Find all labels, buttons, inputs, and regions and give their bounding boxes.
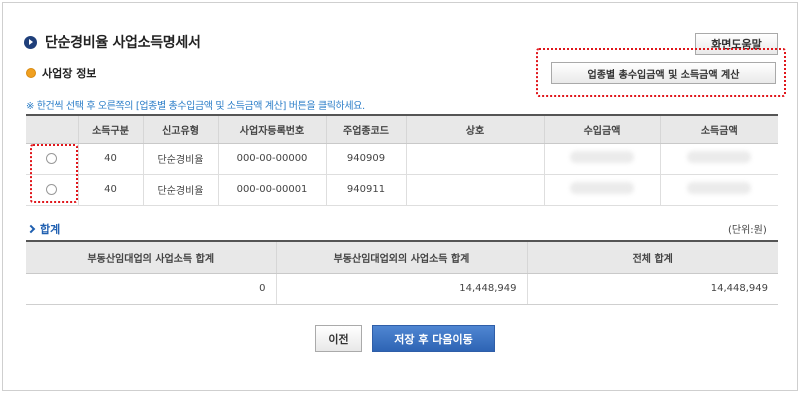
name-cell	[406, 143, 545, 175]
col-header-industry-code: 주업종코드	[326, 115, 407, 144]
name-cell	[406, 174, 545, 206]
reg-no-cell: 000-00-00000	[218, 143, 327, 175]
business-table: 소득구분 신고유형 사업자등록번호 주업종코드 상호 수입금액 소득금액 40 …	[26, 114, 778, 206]
summary-table: 부동산임대업의 사업소득 합계 부동산임대업외의 사업소득 합계 전체 합계 0…	[26, 240, 778, 305]
col-header-non-rental-total: 부동산임대업외의 사업소득 합계	[276, 241, 528, 274]
report-type-cell: 단순경비율	[143, 174, 219, 206]
income-type-cell: 40	[78, 143, 144, 175]
select-cell	[26, 174, 79, 206]
col-header-select	[26, 115, 79, 144]
prev-button[interactable]: 이전	[315, 325, 362, 352]
row-select-radio[interactable]	[46, 152, 58, 164]
grand-total-value: 14,448,949	[527, 273, 778, 305]
industry-code-cell: 940909	[326, 143, 407, 175]
summary-header: 합계	[26, 221, 60, 237]
title-arrow-icon	[24, 35, 37, 49]
rental-total-value: 0	[26, 273, 277, 305]
redacted-value	[687, 182, 752, 194]
row-select-radio[interactable]	[46, 183, 58, 195]
reg-no-cell: 000-00-00001	[218, 174, 327, 206]
table-row[interactable]: 40 단순경비율 000-00-00000 940909	[26, 143, 778, 175]
col-header-income-type: 소득구분	[78, 115, 144, 144]
income-type-cell: 40	[78, 174, 144, 206]
report-type-cell: 단순경비율	[143, 143, 219, 175]
revenue-cell	[544, 174, 661, 206]
summary-title: 합계	[40, 223, 61, 236]
redacted-value	[687, 151, 752, 163]
revenue-cell	[544, 143, 661, 175]
chevron-right-icon	[26, 224, 36, 234]
instruction-note: ※ 한건씩 선택 후 오른쪽의 [업종별 총수입금액 및 소득금액 계산] 버튼…	[26, 101, 365, 112]
summary-header-row: 부동산임대업의 사업소득 합계 부동산임대업외의 사업소득 합계 전체 합계	[26, 241, 778, 274]
section-bullet-icon	[26, 68, 36, 78]
col-header-revenue: 수입금액	[544, 115, 661, 144]
page-title: 단순경비율 사업소득명세서	[45, 35, 201, 51]
section-title: 사업장 정보	[42, 67, 97, 80]
income-cell	[660, 143, 778, 175]
col-header-rental-total: 부동산임대업의 사업소득 합계	[26, 241, 277, 274]
section-header: 사업장 정보	[26, 65, 96, 81]
industry-code-cell: 940911	[326, 174, 407, 206]
col-header-income: 소득금액	[660, 115, 778, 144]
save-next-button[interactable]: 저장 후 다음이동	[372, 325, 495, 352]
col-header-report-type: 신고유형	[143, 115, 219, 144]
non-rental-total-value: 14,448,949	[276, 273, 528, 305]
table-row[interactable]: 40 단순경비율 000-00-00001 940911	[26, 174, 778, 206]
redacted-value	[570, 151, 634, 163]
col-header-reg-no: 사업자등록번호	[218, 115, 327, 144]
page-header: 단순경비율 사업소득명세서	[24, 32, 201, 52]
col-header-name: 상호	[406, 115, 545, 144]
unit-label: (단위:원)	[728, 225, 767, 236]
redacted-value	[570, 182, 634, 194]
col-header-grand-total: 전체 합계	[527, 241, 778, 274]
select-cell	[26, 143, 79, 175]
table-header-row: 소득구분 신고유형 사업자등록번호 주업종코드 상호 수입금액 소득금액	[26, 115, 778, 144]
calc-income-button[interactable]: 업종별 총수입금액 및 소득금액 계산	[551, 62, 776, 84]
summary-row: 0 14,448,949 14,448,949	[26, 273, 778, 305]
income-cell	[660, 174, 778, 206]
